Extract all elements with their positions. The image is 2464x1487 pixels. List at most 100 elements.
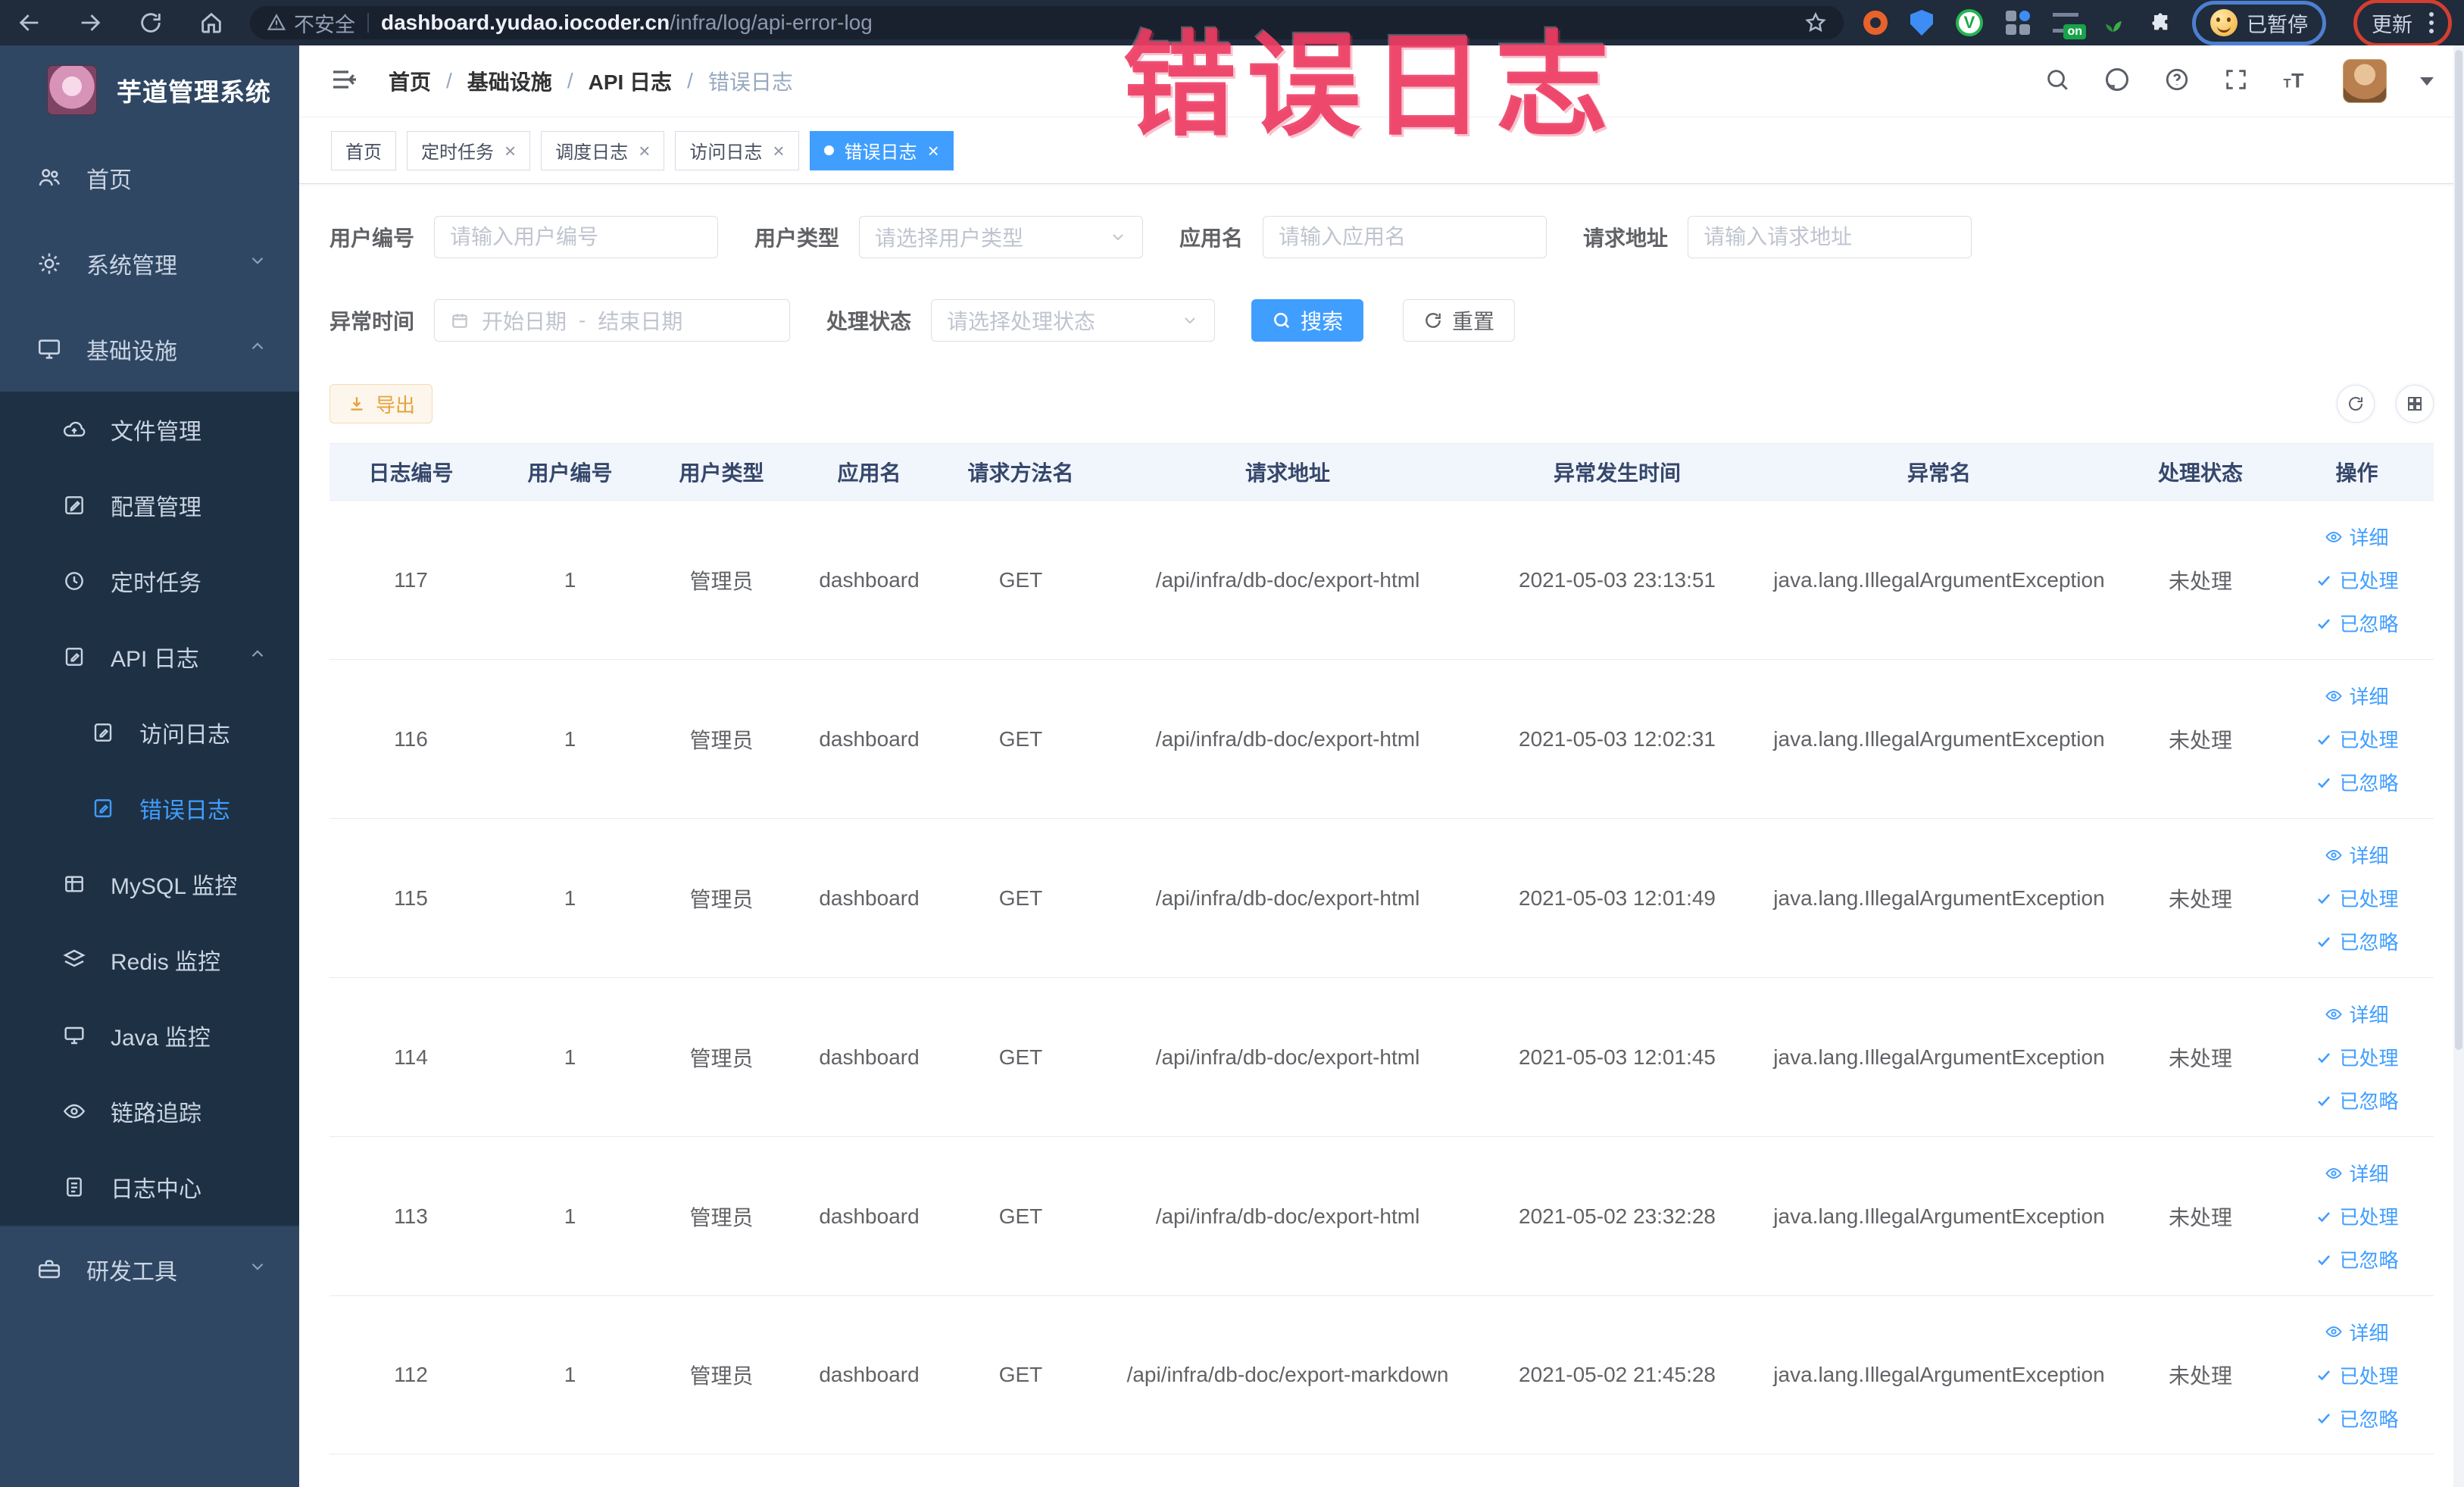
extension-plant-icon[interactable] bbox=[2101, 11, 2125, 35]
sidebar-item-file[interactable]: 文件管理 bbox=[0, 392, 299, 467]
breadcrumb-home[interactable]: 首页 bbox=[389, 66, 431, 96]
process-status-select[interactable]: 请选择处理状态 bbox=[931, 299, 1216, 342]
cloud-icon bbox=[62, 417, 86, 442]
action-label: 详细 bbox=[2349, 1163, 2389, 1186]
user-avatar[interactable] bbox=[2343, 59, 2387, 103]
mark-ignored-link[interactable]: 已忽略 bbox=[2315, 768, 2399, 796]
extension-v-icon[interactable]: V bbox=[1956, 9, 1983, 36]
mark-processed-link[interactable]: 已处理 bbox=[2315, 1043, 2399, 1071]
mark-processed-link[interactable]: 已处理 bbox=[2315, 1202, 2399, 1230]
tab-job[interactable]: 定时任务 × bbox=[407, 130, 531, 170]
column-settings-button[interactable] bbox=[2396, 385, 2434, 423]
mark-processed-link[interactable]: 已处理 bbox=[2315, 566, 2399, 594]
cell-exception: java.lang.IllegalArgumentException bbox=[1773, 567, 2105, 592]
mark-processed-link[interactable]: 已处理 bbox=[2315, 725, 2399, 753]
tab-schedule-log[interactable]: 调度日志 × bbox=[541, 130, 665, 170]
breadcrumb-infra[interactable]: 基础设施 bbox=[467, 66, 552, 96]
user-menu-caret-icon[interactable] bbox=[2420, 77, 2434, 86]
check-icon bbox=[2318, 777, 2331, 788]
sidebar-item-access-log[interactable]: 访问日志 bbox=[0, 695, 299, 770]
sidebar-item-devtools[interactable]: 研发工具 bbox=[0, 1226, 299, 1312]
search-button[interactable]: 搜索 bbox=[1251, 299, 1364, 342]
extension-orange-icon[interactable] bbox=[1863, 11, 1888, 35]
search-icon[interactable] bbox=[2044, 67, 2070, 96]
security-label[interactable]: 不安全 bbox=[294, 8, 355, 38]
export-button[interactable]: 导出 bbox=[329, 384, 433, 423]
browser-reload-icon[interactable] bbox=[138, 10, 164, 36]
sidebar-item-java[interactable]: Java 监控 bbox=[0, 998, 299, 1073]
cell-log-id: 112 bbox=[394, 1363, 428, 1386]
logo[interactable]: 芋道管理系统 bbox=[0, 45, 299, 135]
browser-back-icon[interactable] bbox=[17, 10, 42, 36]
action-label: 详细 bbox=[2349, 686, 2389, 708]
tab-home[interactable]: 首页 bbox=[331, 130, 396, 170]
github-icon[interactable] bbox=[2103, 66, 2131, 97]
action-label: 已忽略 bbox=[2339, 1249, 2399, 1272]
browser-update-button[interactable]: 更新 bbox=[2353, 0, 2452, 47]
sidebar-item-error-log[interactable]: 错误日志 bbox=[0, 770, 299, 846]
tab-error-log[interactable]: 错误日志 × bbox=[809, 130, 954, 170]
breadcrumb-api-log[interactable]: API 日志 bbox=[589, 66, 672, 96]
close-icon[interactable]: × bbox=[504, 141, 516, 161]
mark-ignored-link[interactable]: 已忽略 bbox=[2315, 1086, 2399, 1114]
address-bar[interactable]: 不安全 dashboard.yudao.iocoder.cn /infra/lo… bbox=[250, 6, 1844, 39]
mark-ignored-link[interactable]: 已忽略 bbox=[2315, 1404, 2399, 1432]
close-icon[interactable]: × bbox=[773, 141, 784, 161]
check-icon bbox=[2318, 1254, 2331, 1265]
close-icon[interactable]: × bbox=[928, 141, 939, 161]
app-name-input[interactable] bbox=[1263, 216, 1547, 258]
sidebar-item-config[interactable]: 配置管理 bbox=[0, 467, 299, 543]
exception-time-range-picker[interactable]: 开始日期 - 结束日期 bbox=[434, 299, 791, 342]
browser-forward-icon[interactable] bbox=[77, 10, 103, 36]
detail-link[interactable]: 详细 bbox=[2325, 841, 2389, 869]
tab-access-log[interactable]: 访问日志 × bbox=[675, 130, 799, 170]
sidebar-item-infra[interactable]: 基础设施 bbox=[0, 306, 299, 392]
detail-link[interactable]: 详细 bbox=[2325, 1000, 2389, 1028]
paused-status-chip[interactable]: 已暂停 bbox=[2192, 0, 2326, 45]
sidebar-item-log-center[interactable]: 日志中心 bbox=[0, 1149, 299, 1225]
user-id-input[interactable] bbox=[434, 216, 719, 258]
mark-processed-link[interactable]: 已处理 bbox=[2315, 1361, 2399, 1389]
sidebar-item-label: 文件管理 bbox=[111, 420, 201, 445]
user-type-select[interactable]: 请选择用户类型 bbox=[859, 216, 1144, 258]
font-size-icon[interactable]: TT bbox=[2282, 66, 2309, 97]
detail-link[interactable]: 详细 bbox=[2325, 523, 2389, 551]
browser-home-icon[interactable] bbox=[198, 10, 224, 36]
close-icon[interactable]: × bbox=[639, 141, 650, 161]
extensions-puzzle-icon[interactable] bbox=[2148, 11, 2172, 35]
calendar-icon bbox=[452, 314, 467, 328]
sidebar-item-api-log[interactable]: API 日志 bbox=[0, 619, 299, 695]
mark-ignored-link[interactable]: 已忽略 bbox=[2315, 1245, 2399, 1273]
bookmark-star-icon[interactable] bbox=[1804, 11, 1827, 34]
table-grid-icon bbox=[62, 872, 86, 896]
action-label: 已处理 bbox=[2339, 570, 2399, 592]
sidebar-item-home[interactable]: 首页 bbox=[0, 135, 299, 220]
refresh-table-button[interactable] bbox=[2337, 385, 2375, 423]
end-date-placeholder: 结束日期 bbox=[598, 310, 683, 333]
extension-grid-icon[interactable] bbox=[2006, 11, 2030, 35]
reset-button[interactable]: 重置 bbox=[1403, 299, 1516, 342]
sidebar-item-job[interactable]: 定时任务 bbox=[0, 543, 299, 619]
detail-link[interactable]: 详细 bbox=[2325, 1159, 2389, 1187]
cell-exception: java.lang.IllegalArgumentException bbox=[1773, 886, 2105, 910]
sidebar-item-mysql[interactable]: MySQL 监控 bbox=[0, 846, 299, 922]
extension-shield-icon[interactable] bbox=[1910, 10, 1933, 36]
detail-link[interactable]: 详细 bbox=[2325, 1318, 2389, 1346]
layers-icon bbox=[62, 948, 86, 972]
cell-status: 未处理 bbox=[2168, 728, 2232, 752]
sidebar-item-trace[interactable]: 链路追踪 bbox=[0, 1073, 299, 1149]
sidebar-item-system[interactable]: 系统管理 bbox=[0, 220, 299, 306]
sidebar-item-redis[interactable]: Redis 监控 bbox=[0, 922, 299, 998]
topbar: 首页 / 基础设施 / API 日志 / 错误日志 TT bbox=[299, 45, 2464, 117]
cell-method: GET bbox=[998, 1204, 1043, 1228]
request-url-input[interactable] bbox=[1688, 216, 1972, 258]
hamburger-icon[interactable] bbox=[329, 64, 360, 98]
mark-processed-link[interactable]: 已处理 bbox=[2315, 884, 2399, 912]
detail-link[interactable]: 详细 bbox=[2325, 682, 2389, 710]
scrollbar-thumb[interactable] bbox=[2455, 50, 2462, 1050]
fullscreen-icon[interactable] bbox=[2223, 67, 2249, 96]
mark-ignored-link[interactable]: 已忽略 bbox=[2315, 927, 2399, 955]
mark-ignored-link[interactable]: 已忽略 bbox=[2315, 609, 2399, 637]
help-icon[interactable] bbox=[2164, 67, 2190, 96]
extension-on-toggle-icon[interactable]: on bbox=[2053, 13, 2086, 39]
